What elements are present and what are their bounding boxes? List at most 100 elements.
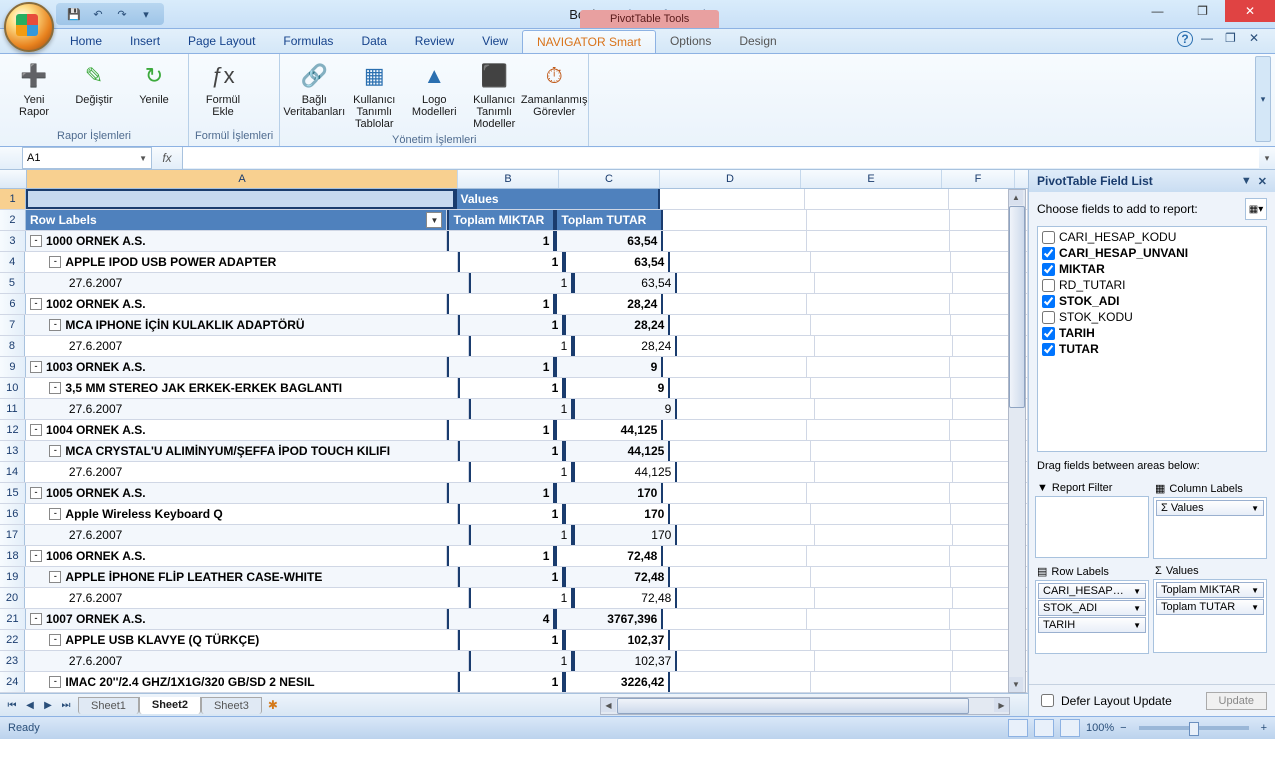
expand-collapse-icon[interactable]: - xyxy=(30,235,42,247)
pivot-cell-tutar[interactable]: 44,125 xyxy=(555,420,663,440)
zoom-slider[interactable] xyxy=(1139,726,1249,730)
pivot-cell-miktar[interactable]: 1 xyxy=(458,441,564,461)
area-filter-box[interactable] xyxy=(1035,496,1149,558)
area-item[interactable]: CARI_HESAP…▼ xyxy=(1038,583,1146,599)
pivot-cell-miktar[interactable]: 1 xyxy=(469,651,573,671)
table-row[interactable]: 827.6.2007128,24 xyxy=(0,336,1028,357)
pivot-cell-label[interactable]: -1003 ORNEK A.S. xyxy=(26,357,448,377)
pivot-cell-tutar[interactable]: 9 xyxy=(573,399,677,419)
area-values-box[interactable]: Toplam MIKTAR▼Toplam TUTAR▼ xyxy=(1153,579,1267,653)
sheet-tab-sheet1[interactable]: Sheet1 xyxy=(78,697,139,714)
col-header-miktar[interactable]: Toplam MIKTAR xyxy=(447,210,555,230)
tab-options[interactable]: Options xyxy=(656,30,725,53)
pivot-cell-label[interactable]: -1000 ORNEK A.S. xyxy=(26,231,448,251)
sheet-nav-prev-icon[interactable]: ◀ xyxy=(22,697,38,713)
pivot-cell-tutar[interactable]: 63,54 xyxy=(555,231,663,251)
table-row[interactable]: 15-1005 ORNEK A.S.1170 xyxy=(0,483,1028,504)
pivot-cell-tutar[interactable]: 72,48 xyxy=(564,567,670,587)
cell[interactable] xyxy=(670,672,811,692)
pivot-cell-tutar[interactable]: 9 xyxy=(564,378,670,398)
ribbon-collapse-icon[interactable]: ▾ xyxy=(1255,56,1271,142)
pivot-cell-tutar[interactable]: 3767,396 xyxy=(555,609,663,629)
layout-options-button[interactable]: ▦▾ xyxy=(1245,198,1267,220)
table-row[interactable]: 2Row Labels▼Toplam MIKTARToplam TUTAR xyxy=(0,210,1028,231)
col-header-C[interactable]: C xyxy=(559,170,660,188)
ribbon-button-kullanıcı-tanımlı-tablolar[interactable]: ▦Kullanıcı Tanımlı Tablolar xyxy=(346,58,402,132)
table-row[interactable]: 22-APPLE USB KLAVYE (Q TÜRKÇE)1102,37 xyxy=(0,630,1028,651)
area-item[interactable]: Toplam TUTAR▼ xyxy=(1156,599,1264,615)
pivot-cell-label[interactable]: -1006 ORNEK A.S. xyxy=(26,546,448,566)
col-header-A[interactable]: A xyxy=(27,170,458,188)
cell[interactable] xyxy=(807,609,950,629)
cell[interactable] xyxy=(807,420,950,440)
cell[interactable] xyxy=(811,630,952,650)
expand-collapse-icon[interactable]: - xyxy=(30,424,42,436)
cell[interactable] xyxy=(663,210,806,230)
pivot-cell-tutar[interactable]: 102,37 xyxy=(564,630,670,650)
ribbon-button-bağlı-veritabanları[interactable]: 🔗Bağlı Veritabanları xyxy=(286,58,342,132)
pivot-cell-tutar[interactable]: 28,24 xyxy=(573,336,677,356)
cell[interactable] xyxy=(663,357,806,377)
cell[interactable] xyxy=(663,609,806,629)
cell[interactable] xyxy=(815,273,953,293)
row-header[interactable]: 22 xyxy=(0,630,25,650)
scroll-right-icon[interactable]: ▶ xyxy=(994,698,1009,712)
row-header[interactable]: 18 xyxy=(0,546,26,566)
expand-collapse-icon[interactable]: - xyxy=(49,319,61,331)
col-header-tutar[interactable]: Toplam TUTAR xyxy=(555,210,663,230)
cell[interactable] xyxy=(663,420,806,440)
expand-collapse-icon[interactable]: - xyxy=(49,256,61,268)
col-header-B[interactable]: B xyxy=(458,170,559,188)
horizontal-scrollbar[interactable]: ◀ ▶ xyxy=(600,697,1010,715)
row-header[interactable]: 5 xyxy=(0,273,25,293)
area-item-dropdown-icon[interactable]: ▼ xyxy=(1133,587,1141,596)
grid-body[interactable]: 1Values2Row Labels▼Toplam MIKTARToplam T… xyxy=(0,189,1028,693)
row-header[interactable]: 12 xyxy=(0,420,26,440)
table-row[interactable]: 13-MCA CRYSTAL'U ALIMİNYUM/ŞEFFA İPOD TO… xyxy=(0,441,1028,462)
expand-collapse-icon[interactable]: - xyxy=(30,613,42,625)
row-header[interactable]: 4 xyxy=(0,252,25,272)
table-row[interactable]: 6-1002 ORNEK A.S.128,24 xyxy=(0,294,1028,315)
pivot-cell-tutar[interactable]: 63,54 xyxy=(573,273,677,293)
cell[interactable] xyxy=(805,189,950,209)
table-row[interactable]: 2327.6.20071102,37 xyxy=(0,651,1028,672)
ribbon-button-kullanıcı-tanımlı-modeller[interactable]: ⬛Kullanıcı Tanımlı Modeller xyxy=(466,58,522,132)
pivot-cell-label[interactable]: -1005 ORNEK A.S. xyxy=(26,483,448,503)
pivot-cell-tutar[interactable]: 170 xyxy=(573,525,677,545)
tab-navigator-smart[interactable]: NAVIGATOR Smart xyxy=(522,30,656,53)
cell[interactable] xyxy=(815,462,953,482)
pivot-cell-tutar[interactable]: 44,125 xyxy=(573,462,677,482)
cell[interactable] xyxy=(663,483,806,503)
tab-data[interactable]: Data xyxy=(347,30,400,53)
cell[interactable] xyxy=(815,588,953,608)
row-header[interactable]: 3 xyxy=(0,231,26,251)
ribbon-button-formül-ekle[interactable]: ƒxFormül Ekle xyxy=(195,58,251,120)
scroll-thumb[interactable] xyxy=(1009,206,1025,408)
area-item[interactable]: STOK_ADI▼ xyxy=(1038,600,1146,616)
table-row[interactable]: 9-1003 ORNEK A.S.19 xyxy=(0,357,1028,378)
cell[interactable] xyxy=(677,399,815,419)
office-button[interactable] xyxy=(4,2,54,52)
pivot-cell-miktar[interactable]: 4 xyxy=(447,609,555,629)
pivot-cell-label[interactable]: -3,5 MM STEREO JAK ERKEK-ERKEK BAGLANTI xyxy=(25,378,458,398)
filter-dropdown-icon[interactable]: ▼ xyxy=(426,212,442,228)
pivot-cell-miktar[interactable]: 1 xyxy=(458,672,564,692)
table-row[interactable]: 21-1007 ORNEK A.S.43767,396 xyxy=(0,609,1028,630)
redo-icon[interactable]: ↷ xyxy=(114,6,130,22)
workbook-restore-icon[interactable]: ❐ xyxy=(1225,31,1241,47)
pivot-cell-miktar[interactable]: 1 xyxy=(447,294,555,314)
cell[interactable] xyxy=(660,189,805,209)
row-header[interactable]: 23 xyxy=(0,651,25,671)
row-header[interactable]: 21 xyxy=(0,609,26,629)
pivot-cell-tutar[interactable]: 72,48 xyxy=(573,588,677,608)
cell[interactable] xyxy=(807,210,950,230)
row-header[interactable]: 19 xyxy=(0,567,25,587)
field-checkbox[interactable] xyxy=(1042,343,1055,356)
field-cari_hesap_unvani[interactable]: CARI_HESAP_UNVANI xyxy=(1040,245,1264,261)
pivot-cell-miktar[interactable]: 1 xyxy=(469,588,573,608)
maximize-button[interactable]: ❐ xyxy=(1180,0,1225,22)
scroll-down-icon[interactable]: ▼ xyxy=(1009,677,1023,692)
row-header[interactable]: 24 xyxy=(0,672,25,692)
cell[interactable] xyxy=(807,294,950,314)
cell[interactable] xyxy=(677,651,815,671)
